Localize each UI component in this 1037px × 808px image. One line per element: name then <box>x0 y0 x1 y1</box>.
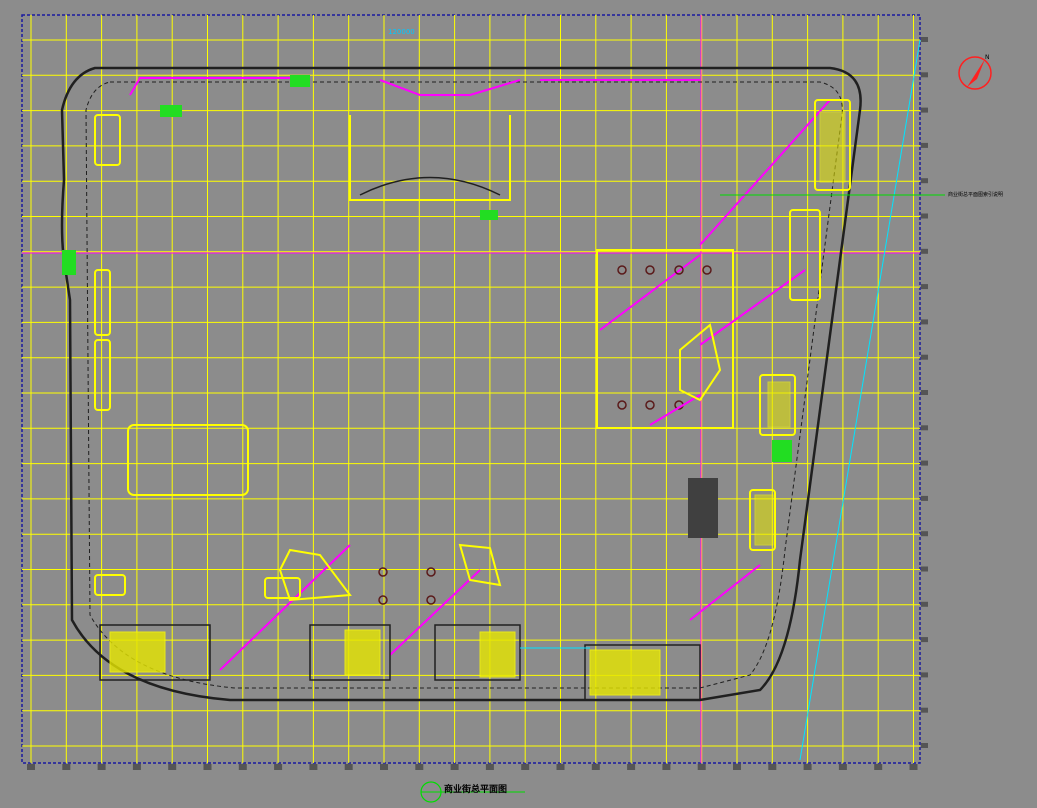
axis-tick-bubble <box>521 764 530 770</box>
axis-tick-bubble <box>921 142 928 148</box>
axis-tick-bubble <box>921 107 928 113</box>
axis-tick-bubble <box>921 248 928 254</box>
axis-tick-bubble <box>921 743 928 748</box>
axis-tick-bubble <box>921 178 928 184</box>
top-wall-magenta <box>129 77 700 96</box>
axis-tick-bubble <box>921 284 928 290</box>
drawing-title: 商业街总平面图 <box>444 785 508 795</box>
drawing-title-block: 商业街总平面图 <box>444 782 507 795</box>
axis-tick-bubble <box>921 601 928 607</box>
axis-tick-bubble <box>921 566 928 572</box>
axis-tick-bubble <box>97 764 106 770</box>
axis-tick-bubble <box>591 764 600 770</box>
axis-tick-bubble <box>415 764 424 770</box>
axis-tick-bubble <box>921 637 928 643</box>
axis-tick-bubble <box>662 764 671 770</box>
top-dimension-label: 120000 <box>388 28 415 36</box>
axis-tick-bubble <box>768 764 777 770</box>
cad-drawing-canvas: N <box>21 14 992 803</box>
side-note-label: 商业街总平面图索引说明 <box>948 192 1004 198</box>
axis-tick-bubble <box>921 672 928 678</box>
axis-tick-bubble <box>921 707 928 713</box>
axis-tick-bubble <box>921 319 928 325</box>
axis-tick-bubble <box>921 531 928 537</box>
axis-tick-bubble <box>627 764 636 770</box>
axis-tick-bubble <box>344 764 353 770</box>
axis-tick-bubble <box>485 764 494 770</box>
axis-tick-bubble <box>62 764 71 770</box>
axis-tick-bubble <box>309 764 318 770</box>
column-circles <box>378 265 712 605</box>
right-axis-labels <box>921 37 928 748</box>
axis-tick-bubble <box>27 764 35 770</box>
axis-tick-bubble <box>733 764 741 770</box>
axis-tick-bubble <box>132 764 141 770</box>
axis-tick-bubble <box>921 425 928 431</box>
central-court-curve <box>359 176 501 196</box>
axis-tick-bubble <box>921 460 928 466</box>
axis-tick-bubble <box>168 764 177 770</box>
axis-tick-bubble <box>803 764 812 770</box>
axis-tick-bubble <box>380 764 388 770</box>
compass-north-icon: N <box>958 54 992 90</box>
axis-tick-bubble <box>921 495 928 501</box>
axis-tick-bubble <box>274 764 283 770</box>
cyan-lines <box>520 39 921 761</box>
axis-tick-bubble <box>874 764 883 770</box>
axis-tick-bubble <box>921 37 928 42</box>
axis-tick-bubble <box>921 390 928 395</box>
axis-tick-bubble <box>556 764 565 770</box>
bottom-axis-labels <box>27 764 918 770</box>
axis-tick-bubble <box>921 213 928 219</box>
vent-block <box>688 478 718 538</box>
axis-tick-bubble <box>838 764 847 770</box>
axis-tick-bubble <box>203 764 212 770</box>
svg-text:N: N <box>985 54 990 61</box>
building-inner-outline <box>85 81 843 689</box>
axis-tick-bubble <box>238 764 247 770</box>
central-court <box>349 115 511 201</box>
axis-tick-bubble <box>909 764 918 770</box>
axis-tick-bubble <box>921 354 928 360</box>
axis-tick-bubble <box>697 764 706 770</box>
axis-tick-bubble <box>450 764 459 770</box>
axis-tick-bubble <box>921 72 928 78</box>
